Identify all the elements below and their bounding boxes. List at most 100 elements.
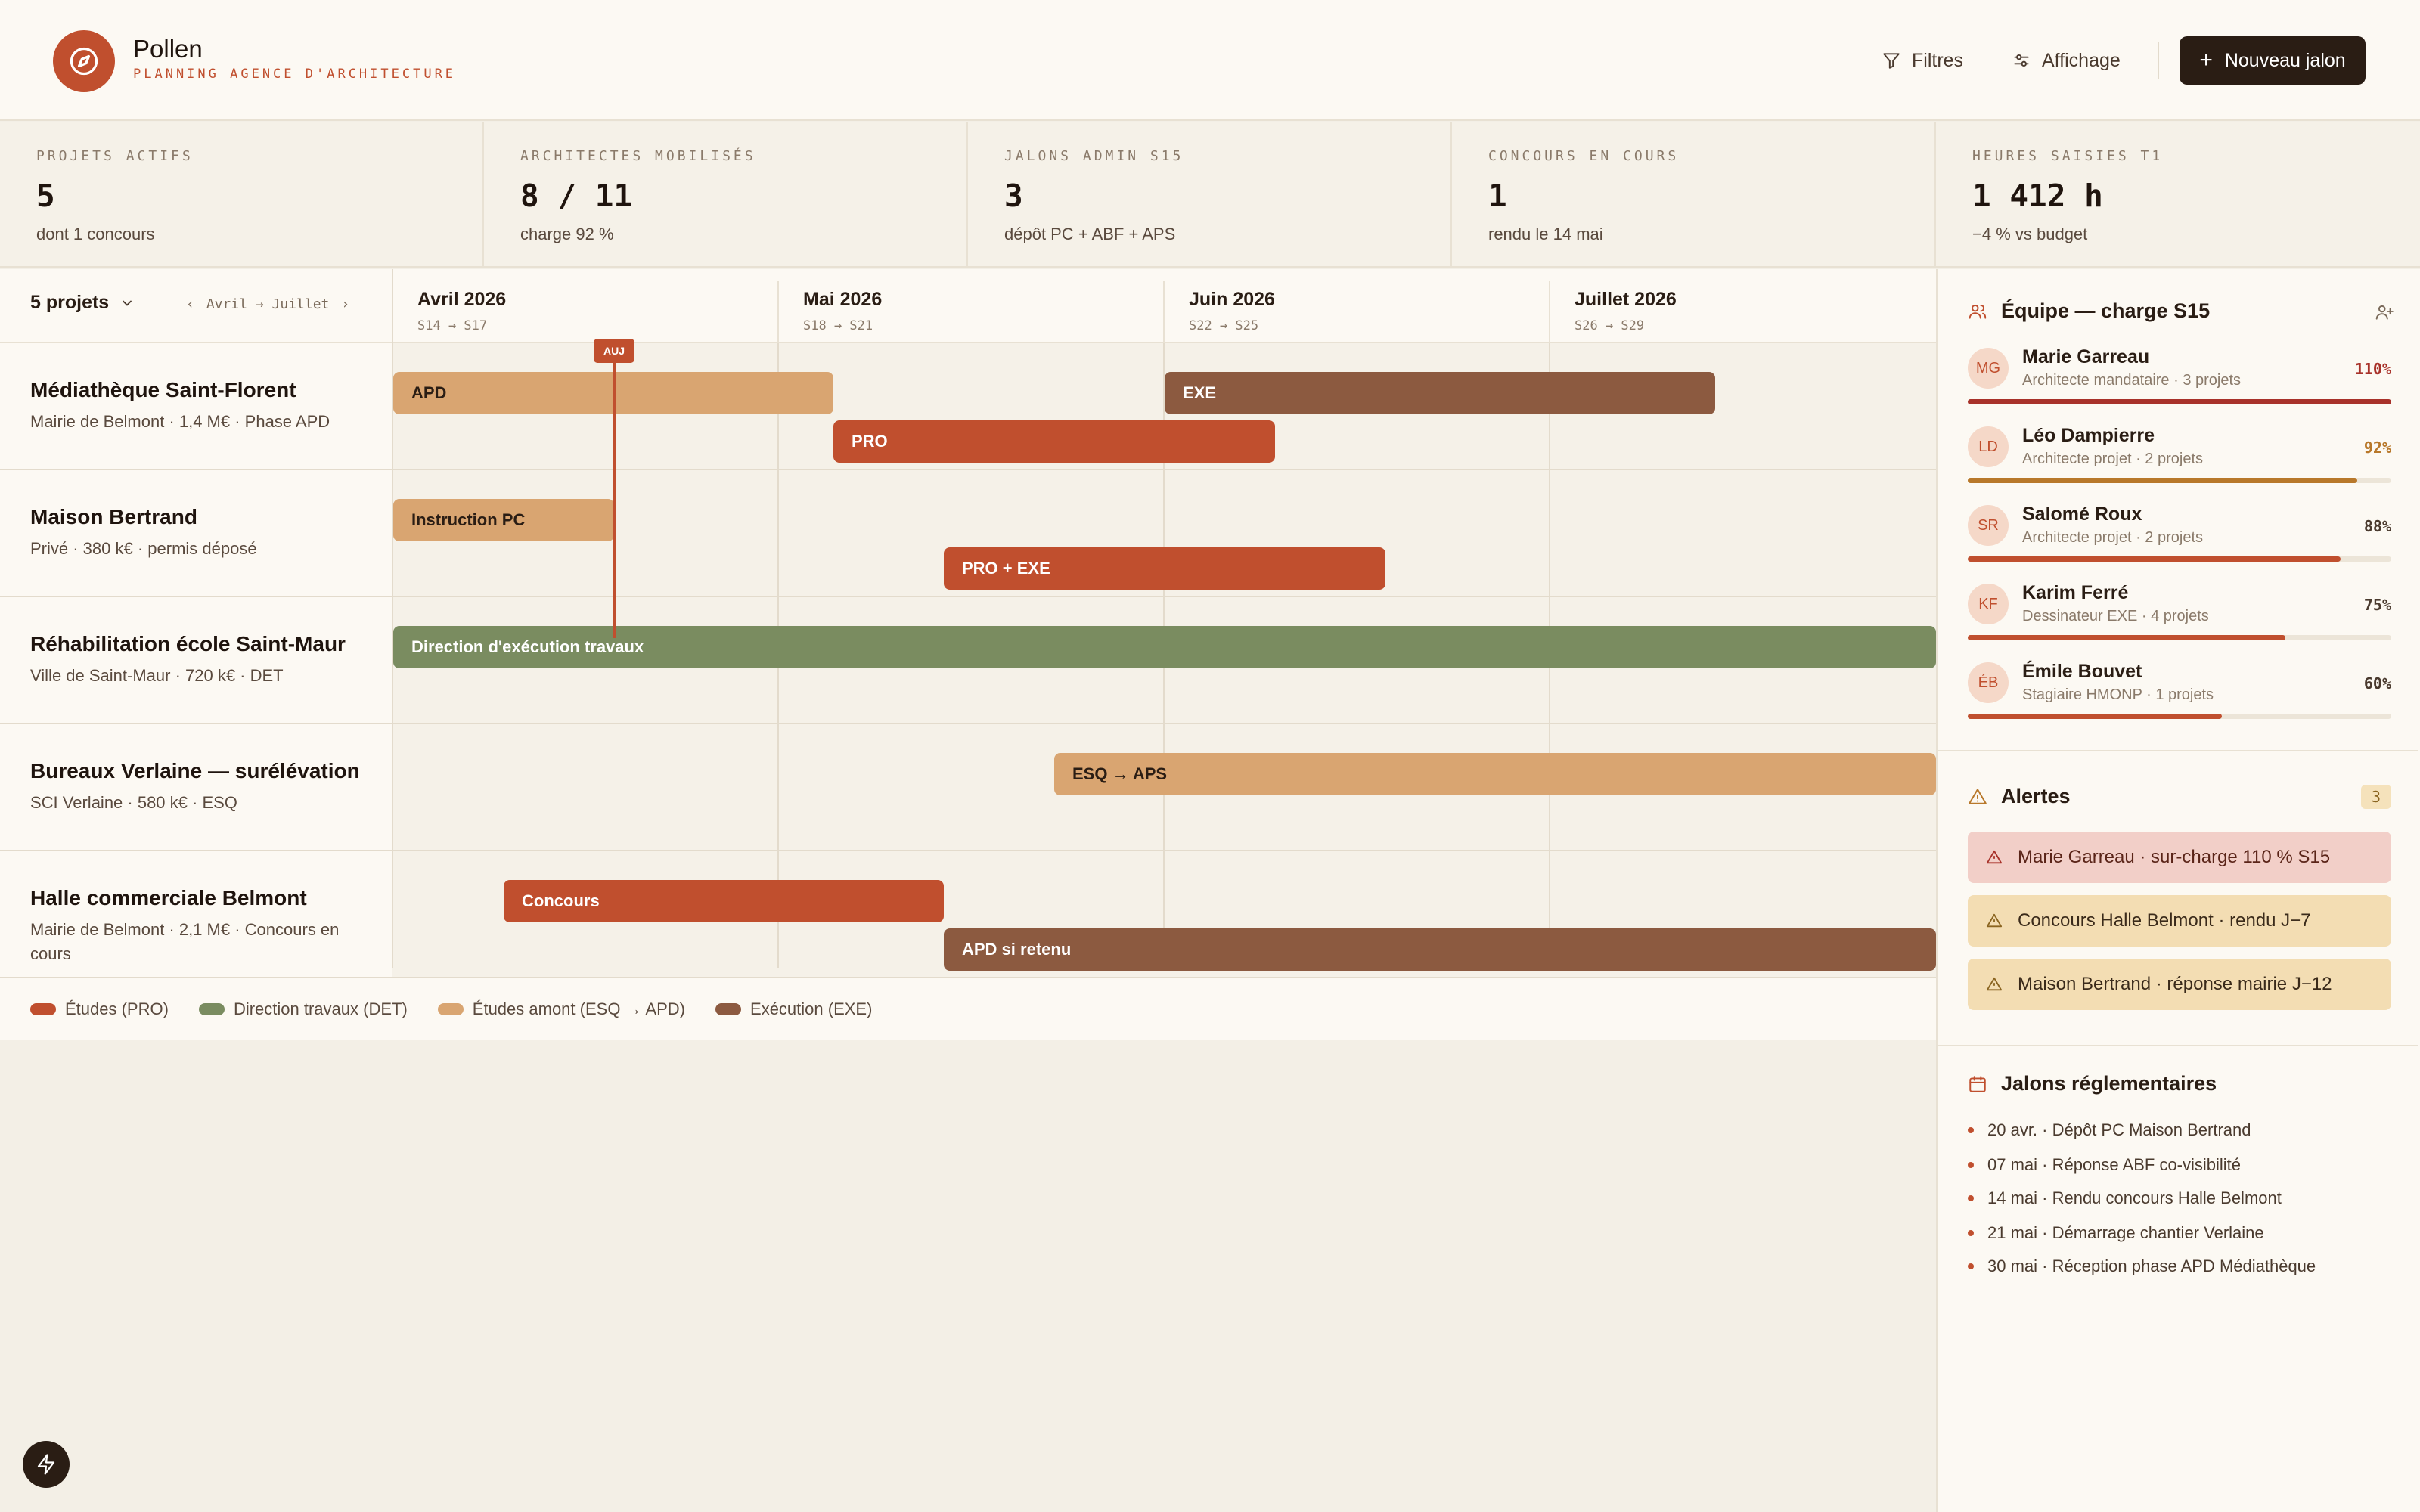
project-label: Halle commerciale Belmont Mairie de Belm… <box>0 851 392 977</box>
gantt-bar-concours[interactable]: Concours <box>504 880 944 922</box>
month-header: Juillet 2026 S26 → S29 <box>1549 281 1934 343</box>
load-bar-track <box>1968 399 2391 404</box>
member-name: Salomé Roux <box>2022 503 2142 525</box>
legend-label: Études amont (ESQ → APD) <box>472 999 686 1018</box>
label-column-divider <box>392 269 393 968</box>
stat-label: HEURES SAISIES T1 <box>1972 148 2164 164</box>
team-member[interactable]: SR Salomé Roux Architecte projet · 2 pro… <box>1968 502 2391 581</box>
project-name: Réhabilitation école Saint-Maur <box>30 632 346 655</box>
gantt-bar-apd-si-retenu[interactable]: APD si retenu <box>944 928 1936 971</box>
month-weeks: S18 → S21 <box>803 318 873 333</box>
jalon-item[interactable]: 14 mai · Rendu concours Halle Belmont <box>1968 1188 2282 1208</box>
team-member[interactable]: MG Marie Garreau Architecte mandataire ·… <box>1968 345 2391 423</box>
project-meta: SCI Verlaine · 580 k€ · ESQ <box>30 793 237 812</box>
compass-logo-icon[interactable] <box>53 30 115 92</box>
stat-sub: charge 92 % <box>520 225 614 243</box>
sliders-icon <box>2014 54 2029 67</box>
display-label: Affichage <box>2042 49 2121 71</box>
jalon-item[interactable]: 07 mai · Réponse ABF co-visibilité <box>1968 1155 2241 1175</box>
team-member[interactable]: ÉB Émile Bouvet Stagiaire HMONP · 1 proj… <box>1968 659 2391 738</box>
project-label: Bureaux Verlaine — surélévation SCI Verl… <box>0 724 392 850</box>
chevron-left-icon[interactable]: ‹ <box>186 296 194 312</box>
gantt-bar-exe[interactable]: EXE <box>1165 372 1715 414</box>
jalon-item[interactable]: 21 mai · Démarrage chantier Verlaine <box>1968 1223 2264 1243</box>
gantt-bar-pro[interactable]: PRO <box>833 420 1275 463</box>
legend-label: Direction travaux (DET) <box>233 999 408 1018</box>
jalon-item[interactable]: 30 mai · Réception phase APD Médiathèque <box>1968 1256 2316 1276</box>
bullet-dot <box>1968 1162 1974 1168</box>
stat-card: ARCHITECTES MOBILISÉS 8 / 11 charge 92 % <box>484 122 968 266</box>
jalon-item[interactable]: 20 avr. · Dépôt PC Maison Bertrand <box>1968 1120 2251 1140</box>
project-meta: Privé · 380 k€ · permis déposé <box>30 539 257 558</box>
right-sidebar: Équipe — charge S15 MG Marie Garreau Arc… <box>1936 269 2420 1512</box>
app-name: Pollen <box>133 35 203 63</box>
member-load-percent: 60% <box>2363 674 2391 692</box>
load-bar-track <box>1968 478 2391 483</box>
member-load-percent: 110% <box>2354 360 2391 378</box>
gantt-bar-pro-exe[interactable]: PRO + EXE <box>944 547 1385 590</box>
legend-item: Études (PRO) <box>30 999 169 1019</box>
month-name: Mai 2026 <box>803 289 883 310</box>
team-member[interactable]: LD Léo Dampierre Architecte projet · 2 p… <box>1968 423 2391 502</box>
month-name: Juillet 2026 <box>1575 289 1677 310</box>
member-role: Dessinateur EXE · 4 projets <box>2022 608 2209 624</box>
bullet-dot <box>1968 1195 1974 1201</box>
filters-button[interactable]: Filtres <box>1882 39 1963 82</box>
today-line <box>613 358 616 638</box>
month-header: Juin 2026 S22 → S25 <box>1163 281 1549 343</box>
load-bar-fill <box>1968 478 2358 483</box>
stat-label: CONCOURS EN COURS <box>1488 148 1680 164</box>
chevron-right-icon[interactable]: › <box>341 296 349 312</box>
plus-icon: + <box>2199 48 2213 73</box>
project-name: Halle commerciale Belmont <box>30 886 307 909</box>
chevron-down-icon <box>123 300 132 306</box>
jalon-text: 07 mai · Réponse ABF co-visibilité <box>1987 1155 2242 1174</box>
stat-sub: dont 1 concours <box>36 225 155 243</box>
load-bar-track <box>1968 714 2391 719</box>
stat-sub: dépôt PC + ABF + APS <box>1004 225 1176 243</box>
gantt-legend: Études (PRO) Direction travaux (DET) Étu… <box>0 978 1936 1040</box>
alerts-section-title: Alertes <box>1968 785 2071 808</box>
load-bar-fill <box>1968 399 2391 404</box>
warning-icon <box>1986 913 2003 928</box>
avatar: MG <box>1968 348 2009 389</box>
team-member[interactable]: KF Karim Ferré Dessinateur EXE · 4 proje… <box>1968 581 2391 659</box>
stat-value: 3 <box>1004 178 1023 214</box>
member-name: Karim Ferré <box>2022 582 2129 603</box>
alerts-title: Alertes <box>2001 785 2071 807</box>
jalons-title: Jalons réglementaires <box>2001 1072 2217 1095</box>
add-user-icon[interactable] <box>2375 302 2394 322</box>
gantt-bar-det[interactable]: Direction d'exécution travaux <box>393 626 1936 668</box>
gantt-bar-esq-aps[interactable]: ESQ → APS <box>1054 753 1936 795</box>
month-header: Avril 2026 S14 → S17 <box>392 281 777 343</box>
range-label: Avril → Juillet <box>206 296 330 312</box>
quick-action-button[interactable] <box>23 1441 70 1488</box>
gantt-bar-instruction-pc[interactable]: Instruction PC <box>393 499 614 541</box>
member-name: Émile Bouvet <box>2022 661 2142 682</box>
bullet-dot <box>1968 1263 1974 1269</box>
bullet-dot <box>1968 1127 1974 1133</box>
project-label: Maison Bertrand Privé · 380 k€ · permis … <box>0 470 392 596</box>
bullet-dot <box>1968 1230 1974 1236</box>
stat-value: 5 <box>36 178 55 214</box>
legend-swatch <box>437 1003 464 1015</box>
alert-item[interactable]: Concours Halle Belmont · rendu J−7 <box>1968 895 2391 947</box>
project-name: Médiathèque Saint-Florent <box>30 378 296 401</box>
alert-item[interactable]: Maison Bertrand · réponse mairie J−12 <box>1968 959 2391 1010</box>
new-milestone-button[interactable]: + Nouveau jalon <box>2180 36 2366 85</box>
gantt-chart: 5 projets ‹ Avril → Juillet › Avril 2026… <box>0 269 1936 1040</box>
jalon-text: 21 mai · Démarrage chantier Verlaine <box>1987 1223 2264 1242</box>
display-button[interactable]: Affichage <box>2012 39 2121 82</box>
legend-swatch <box>715 1003 742 1015</box>
stat-card: PROJETS ACTIFS 5 dont 1 concours <box>0 122 484 266</box>
month-name: Avril 2026 <box>417 289 507 310</box>
project-meta: Mairie de Belmont · 1,4 M€ · Phase APD <box>30 412 330 431</box>
avatar: LD <box>1968 426 2009 467</box>
project-filter-dropdown[interactable]: 5 projets <box>30 292 135 314</box>
project-name: Maison Bertrand <box>30 505 197 528</box>
stat-label: JALONS ADMIN S15 <box>1004 148 1184 164</box>
legend-swatch <box>198 1003 225 1015</box>
alerts-count-badge: 3 <box>2361 785 2391 809</box>
alert-item[interactable]: Marie Garreau · sur-charge 110 % S15 <box>1968 832 2391 883</box>
stat-value: 1 412 h <box>1972 178 2103 214</box>
